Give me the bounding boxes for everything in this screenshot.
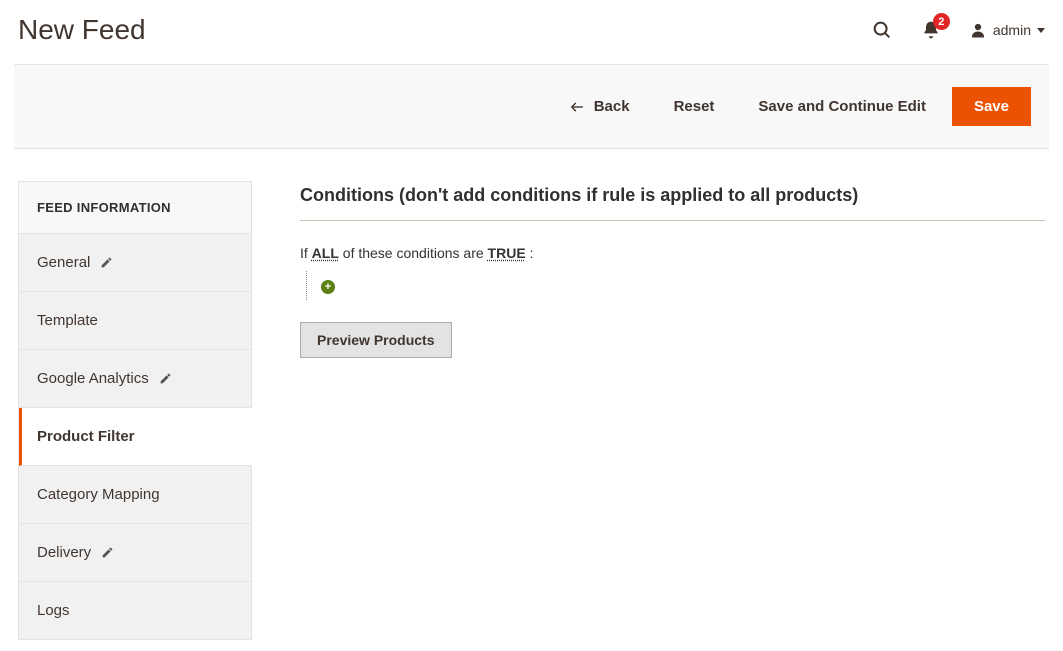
- header-actions: 2 admin: [871, 19, 1045, 41]
- sidebar-item-product-filter[interactable]: Product Filter: [19, 408, 252, 466]
- search-icon: [871, 19, 893, 41]
- sidebar-item-delivery[interactable]: Delivery: [19, 524, 251, 582]
- condition-root: If ALL of these conditions are TRUE :: [300, 245, 1045, 261]
- sidebar-item-label: Google Analytics: [37, 370, 149, 387]
- condition-tree: +: [306, 271, 1045, 300]
- sidebar-item-general[interactable]: General: [19, 234, 251, 292]
- sidebar-item-label: Template: [37, 312, 98, 329]
- pencil-icon: [101, 546, 114, 559]
- sidebar-item-label: Product Filter: [37, 428, 135, 445]
- sidebar-item-category-mapping[interactable]: Category Mapping: [19, 466, 251, 524]
- plus-icon: +: [325, 280, 331, 294]
- preview-products-button[interactable]: Preview Products: [300, 322, 452, 358]
- main-panel: Conditions (don't add conditions if rule…: [300, 181, 1045, 358]
- pencil-icon: [159, 372, 172, 385]
- notifications-badge: 2: [933, 13, 950, 30]
- notifications-button[interactable]: 2: [921, 20, 941, 40]
- sidebar-header: FEED INFORMATION: [19, 182, 251, 234]
- sidebar-item-logs[interactable]: Logs: [19, 582, 251, 639]
- save-continue-button[interactable]: Save and Continue Edit: [740, 87, 944, 126]
- sidebar: FEED INFORMATION General Template Google…: [18, 181, 252, 640]
- sidebar-item-label: General: [37, 254, 90, 271]
- action-toolbar: Back Reset Save and Continue Edit Save: [14, 64, 1049, 149]
- user-menu[interactable]: admin: [969, 21, 1045, 39]
- section-title: Conditions (don't add conditions if rule…: [300, 185, 1045, 221]
- user-label: admin: [993, 22, 1031, 38]
- save-button[interactable]: Save: [952, 87, 1031, 126]
- condition-text-suffix: :: [526, 245, 534, 261]
- sidebar-item-google-analytics[interactable]: Google Analytics: [19, 350, 251, 408]
- chevron-down-icon: [1037, 28, 1045, 33]
- condition-aggregator[interactable]: ALL: [312, 245, 339, 261]
- page-title: New Feed: [18, 14, 146, 46]
- sidebar-item-label: Logs: [37, 602, 70, 619]
- condition-text-mid: of these conditions are: [339, 245, 488, 261]
- condition-text-prefix: If: [300, 245, 312, 261]
- add-condition-button[interactable]: +: [321, 280, 335, 294]
- pencil-icon: [100, 256, 113, 269]
- back-button[interactable]: Back: [550, 87, 648, 126]
- search-button[interactable]: [871, 19, 893, 41]
- sidebar-item-label: Category Mapping: [37, 486, 160, 503]
- sidebar-item-template[interactable]: Template: [19, 292, 251, 350]
- user-icon: [969, 21, 987, 39]
- sidebar-item-label: Delivery: [37, 544, 91, 561]
- reset-button[interactable]: Reset: [656, 87, 733, 126]
- arrow-left-icon: [568, 100, 586, 114]
- condition-value[interactable]: TRUE: [488, 245, 526, 261]
- back-label: Back: [594, 98, 630, 115]
